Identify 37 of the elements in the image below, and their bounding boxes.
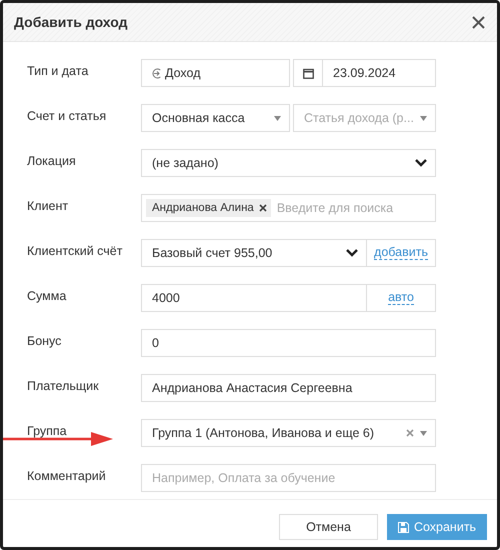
- caret-icon: [274, 116, 281, 120]
- client-search-field[interactable]: Андрианова Алина Введите для поиска: [141, 194, 436, 222]
- input-field[interactable]: Андрианова Анастасия Сергеевна: [141, 374, 436, 402]
- group-dropdown[interactable]: Группа 1 (Антонова, Иванова и еще 6): [141, 419, 436, 447]
- income-icon: [152, 68, 163, 78]
- field-label: Клиент: [27, 198, 70, 215]
- date-field[interactable]: 23.09.2024: [323, 59, 436, 87]
- caret-icon: [420, 116, 427, 120]
- calendar-icon: [302, 68, 314, 78]
- field-label: Клиентский счёт: [27, 243, 124, 260]
- search-placeholder: Введите для поиска: [276, 201, 394, 215]
- remove-icon[interactable]: [258, 204, 267, 212]
- dialog-title: Добавить доход: [14, 14, 128, 30]
- client-tag: Андрианова Алина: [146, 199, 271, 217]
- close-button[interactable]: [470, 14, 487, 30]
- calendar-button[interactable]: [293, 59, 323, 87]
- clear-icon[interactable]: [406, 429, 414, 437]
- cancel-button[interactable]: Отмена: [279, 514, 378, 540]
- field-label: Группа: [27, 423, 68, 440]
- type-dropdown[interactable]: Доход: [141, 59, 290, 87]
- account-dropdown[interactable]: Базовый счет 955,00: [141, 239, 367, 267]
- field-label: Плательщик: [27, 378, 100, 395]
- chevron-icon: [415, 159, 427, 167]
- input-field[interactable]: 0: [141, 329, 436, 357]
- amount-field[interactable]: 4000: [141, 284, 367, 312]
- floppy-icon: [398, 522, 409, 532]
- field-label: Бонус: [27, 333, 62, 350]
- close-icon: [472, 16, 485, 28]
- chevron-icon: [346, 249, 358, 257]
- field-label: Тип и дата: [27, 63, 90, 80]
- field-label: Сумма: [27, 288, 68, 305]
- field-label: Комментарий: [27, 468, 107, 485]
- field-label: Локация: [27, 153, 77, 170]
- field-label: Счет и статья: [27, 108, 108, 125]
- location-dropdown[interactable]: (не задано): [141, 149, 436, 177]
- caret-icon: [420, 430, 427, 436]
- account-dropdown[interactable]: Основная касса: [141, 104, 290, 132]
